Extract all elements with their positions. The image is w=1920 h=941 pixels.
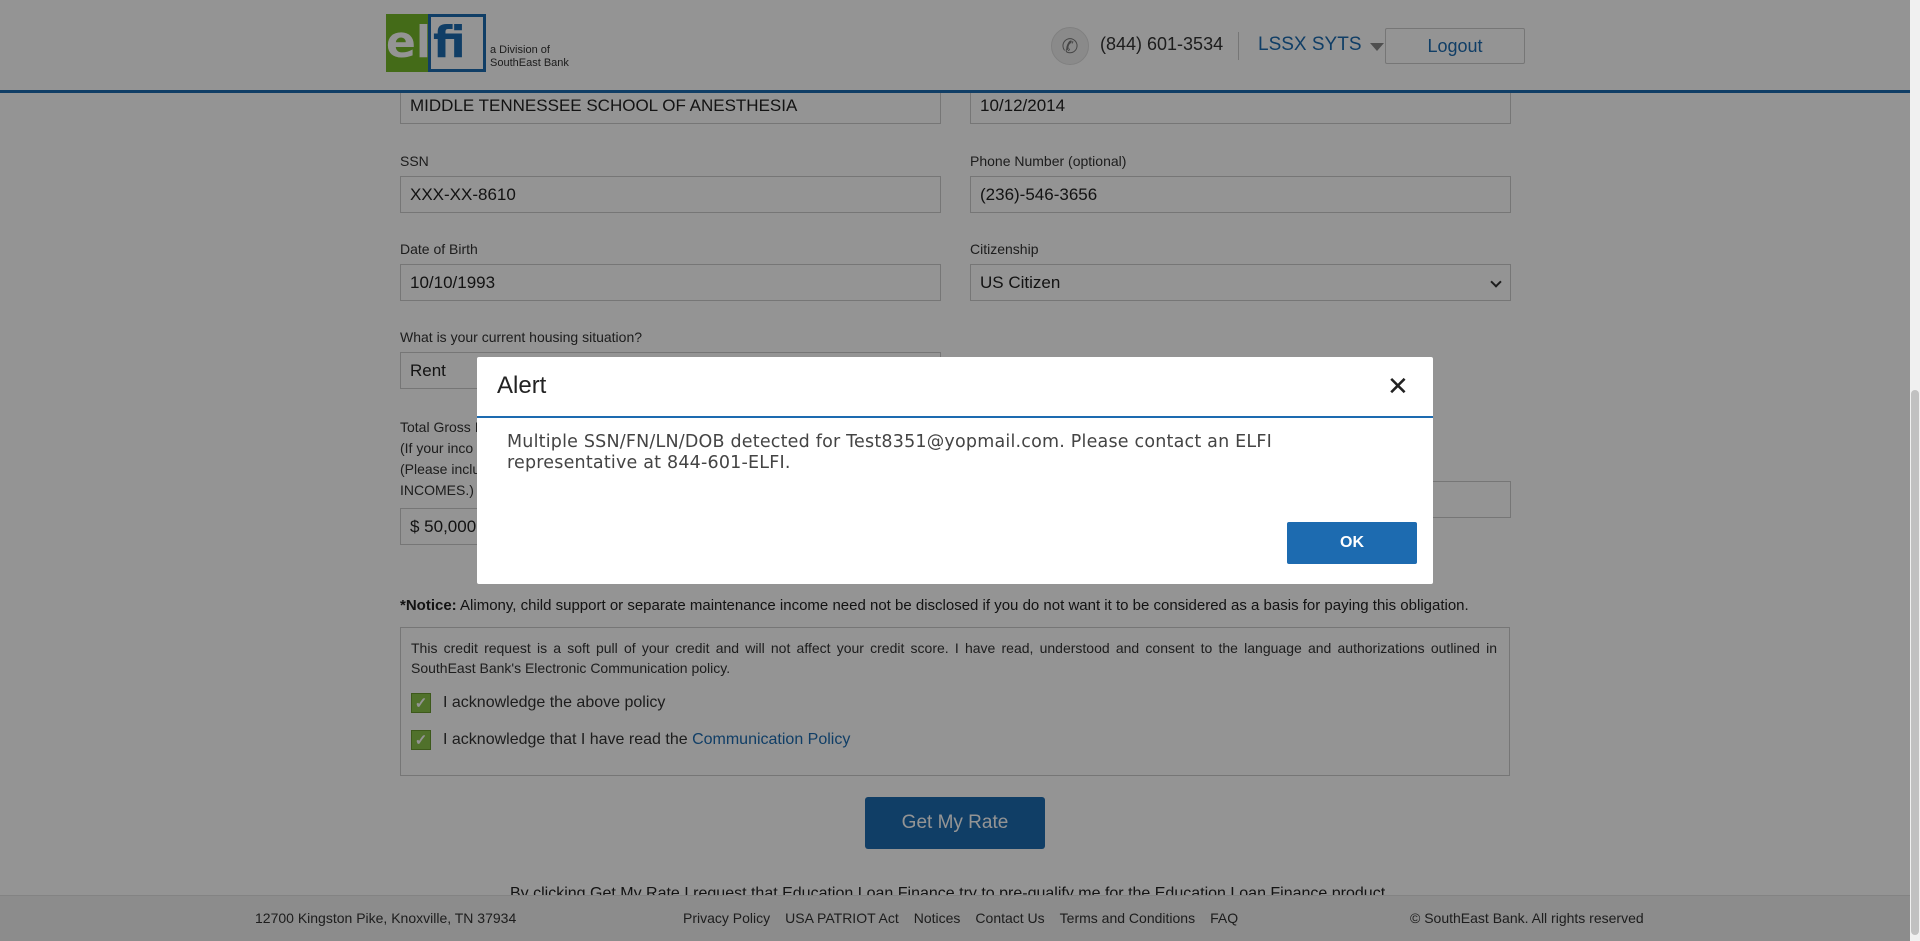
alert-message: Multiple SSN/FN/LN/DOB detected for Test… bbox=[507, 432, 1272, 473]
alert-title: Alert bbox=[497, 372, 547, 399]
alert-dialog: Alert ✕ Multiple SSN/FN/LN/DOB detected … bbox=[477, 357, 1433, 584]
close-icon[interactable]: ✕ bbox=[1387, 373, 1409, 399]
ok-button[interactable]: OK bbox=[1287, 522, 1417, 564]
alert-header: Alert ✕ bbox=[477, 357, 1433, 418]
scrollbar-thumb[interactable] bbox=[1911, 390, 1919, 935]
page-scrollbar[interactable] bbox=[1910, 0, 1920, 941]
